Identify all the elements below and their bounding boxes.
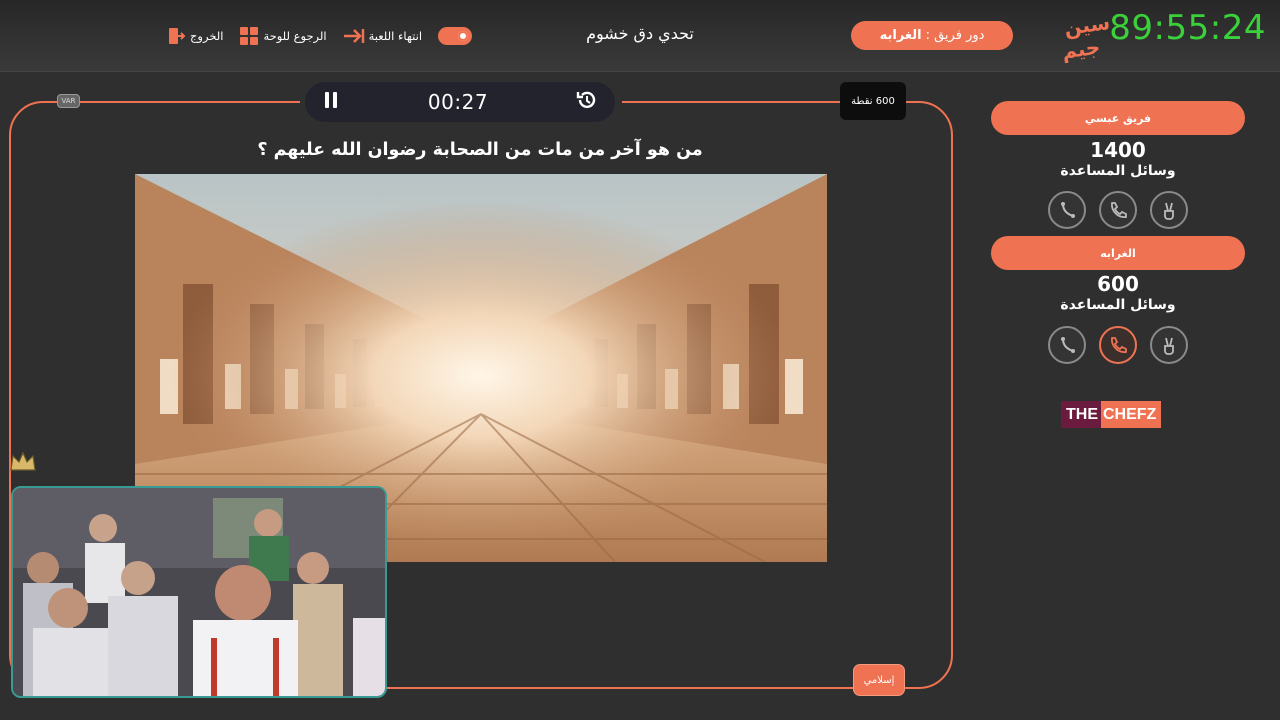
back-to-board-button[interactable]: الرجوع للوحة — [239, 26, 327, 46]
phone-icon — [1111, 337, 1127, 353]
exit-button[interactable]: الخروج — [166, 26, 223, 46]
swap-phone-icon — [1061, 337, 1075, 353]
peace-hand-icon — [1164, 337, 1174, 355]
team-2-name: الغرابه — [991, 236, 1245, 270]
question-timer-bar: 00:27 — [305, 82, 615, 122]
team-1-aids-label: وسائل المساعدة — [1060, 163, 1176, 179]
pause-icon — [325, 92, 337, 108]
team-1-score: 1400 — [1090, 138, 1146, 162]
var-button[interactable]: VAR — [57, 94, 80, 108]
settings-toggle[interactable] — [438, 27, 473, 45]
back-to-board-label: الرجوع للوحة — [263, 29, 327, 43]
game-controls: الخروج الرجوع للوحة انتهاء اللعبة — [166, 22, 473, 50]
current-turn-pill: دور فريق : الغرابه — [851, 21, 1013, 50]
turn-label: دور فريق : — [925, 28, 985, 43]
team-2-aid-swap[interactable] — [1048, 326, 1086, 364]
team-1-aid-call[interactable] — [1099, 191, 1137, 229]
top-bar: 89:55:24 سين جيم دور فريق : الغرابه تحدي… — [0, 0, 1280, 72]
sponsor-part-2: CHEFZ — [1101, 401, 1162, 428]
pause-button[interactable] — [321, 90, 341, 114]
arrow-right-icon — [343, 26, 365, 46]
session-clock: 89:55:24 — [1109, 8, 1266, 48]
team-2-aid-two-answers[interactable] — [1150, 326, 1188, 364]
question-text: من هو آخر من مات من الصحابة رضوان الله ع… — [257, 140, 703, 160]
phone-icon — [1111, 202, 1127, 218]
exit-label: الخروج — [190, 29, 224, 43]
reset-timer-button[interactable] — [575, 88, 599, 116]
game-title: تحدي دق خشوم — [586, 24, 694, 43]
crown-icon — [8, 448, 38, 476]
swap-phone-icon — [1061, 202, 1075, 218]
end-game-button[interactable]: انتهاء اللعبة — [343, 26, 422, 46]
svg-text:جيم: جيم — [1060, 35, 1101, 64]
question-points: 600 نقطة — [840, 82, 906, 120]
question-timer: 00:27 — [427, 90, 489, 114]
team-2-aids-label: وسائل المساعدة — [1060, 297, 1176, 313]
brand-logo: سين جيم — [1054, 8, 1114, 64]
restart-icon — [576, 91, 596, 109]
sponsor-logo: THE CHEFZ — [1061, 401, 1174, 428]
team-2-score: 600 — [1097, 272, 1139, 296]
end-game-label: انتهاء اللعبة — [368, 29, 423, 43]
team-2-aids — [1048, 326, 1188, 364]
team-1-aid-swap[interactable] — [1048, 191, 1086, 229]
team-2-aid-call[interactable] — [1099, 326, 1137, 364]
team-1-name: فريق عبسي — [991, 101, 1245, 135]
grid-icon — [239, 26, 259, 46]
webcam-overlay — [11, 486, 387, 698]
sponsor-part-1: THE — [1061, 401, 1101, 428]
team-1-aid-two-answers[interactable] — [1150, 191, 1188, 229]
exit-icon — [166, 26, 186, 46]
peace-hand-icon — [1164, 202, 1174, 220]
category-badge: إسلامي — [853, 664, 905, 696]
team-1-aids — [1048, 191, 1188, 229]
turn-team-name: الغرابه — [879, 28, 922, 43]
